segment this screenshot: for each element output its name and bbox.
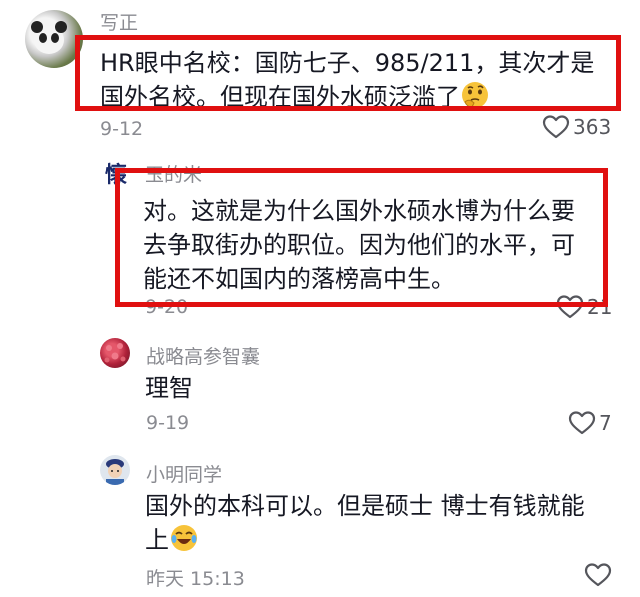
comment-text-line-content: 上 [145, 526, 169, 554]
comment-text: 理智 [145, 371, 585, 405]
comment-text-line: 对。这就是为什么国外水硕水博为什么要 [143, 197, 575, 225]
like-count: 21 [587, 295, 613, 319]
like-button[interactable] [584, 562, 615, 588]
comment-date: 昨天 15:13 [146, 568, 245, 590]
heart-outline-icon [556, 294, 584, 320]
comment-text: HR眼中名校：国防七子、985/211，其次才是 国外名校。但现在国外水硕泛滥了 [100, 46, 620, 119]
thinking-face-emoji [460, 80, 490, 119]
comment-username[interactable]: 战略高参智囊 [146, 342, 260, 369]
avatar[interactable] [100, 338, 130, 368]
avatar[interactable] [100, 455, 130, 485]
like-button[interactable]: 7 [568, 410, 612, 436]
comment-username[interactable]: 小明同学 [146, 460, 222, 487]
comment-date: 9-19 [146, 412, 190, 434]
avatar[interactable]: 懐 [103, 160, 131, 188]
comment-text-line: HR眼中名校：国防七子、985/211，其次才是 [100, 49, 595, 77]
like-button[interactable]: 363 [542, 114, 611, 140]
comment-text-line: 国外的本科可以。但是硕士 博士有钱就能 [145, 492, 585, 520]
like-count: 7 [599, 411, 612, 435]
svg-text:懐: 懐 [105, 162, 127, 188]
comment-date: 9-12 [100, 118, 144, 140]
laughing-face-emoji [169, 523, 199, 562]
comment-text: 国外的本科可以。但是硕士 博士有钱就能 上 [145, 489, 615, 562]
comment-text-line: 能还不如国内的落榜高中生。 [143, 265, 455, 293]
like-count: 363 [573, 115, 612, 139]
comment-text: 对。这就是为什么国外水硕水博为什么要 去争取街办的职位。因为他们的水平，可 能还… [143, 194, 603, 296]
comment-username[interactable]: 写正 [100, 8, 138, 35]
comment-date: 9-20 [145, 296, 189, 318]
heart-outline-icon [542, 114, 570, 140]
comment-text-line-content: 国外名校。但现在国外水硕泛滥了 [100, 83, 460, 111]
comment-username[interactable]: 玉的米 [145, 160, 202, 187]
comment-text-line: 上 [145, 523, 615, 562]
comment-text-line: 理智 [145, 374, 193, 402]
heart-outline-icon [568, 410, 596, 436]
avatar[interactable] [25, 10, 83, 68]
heart-outline-icon [584, 562, 612, 588]
like-button[interactable]: 21 [556, 294, 612, 320]
comment-text-line: 去争取街办的职位。因为他们的水平，可 [143, 231, 575, 259]
